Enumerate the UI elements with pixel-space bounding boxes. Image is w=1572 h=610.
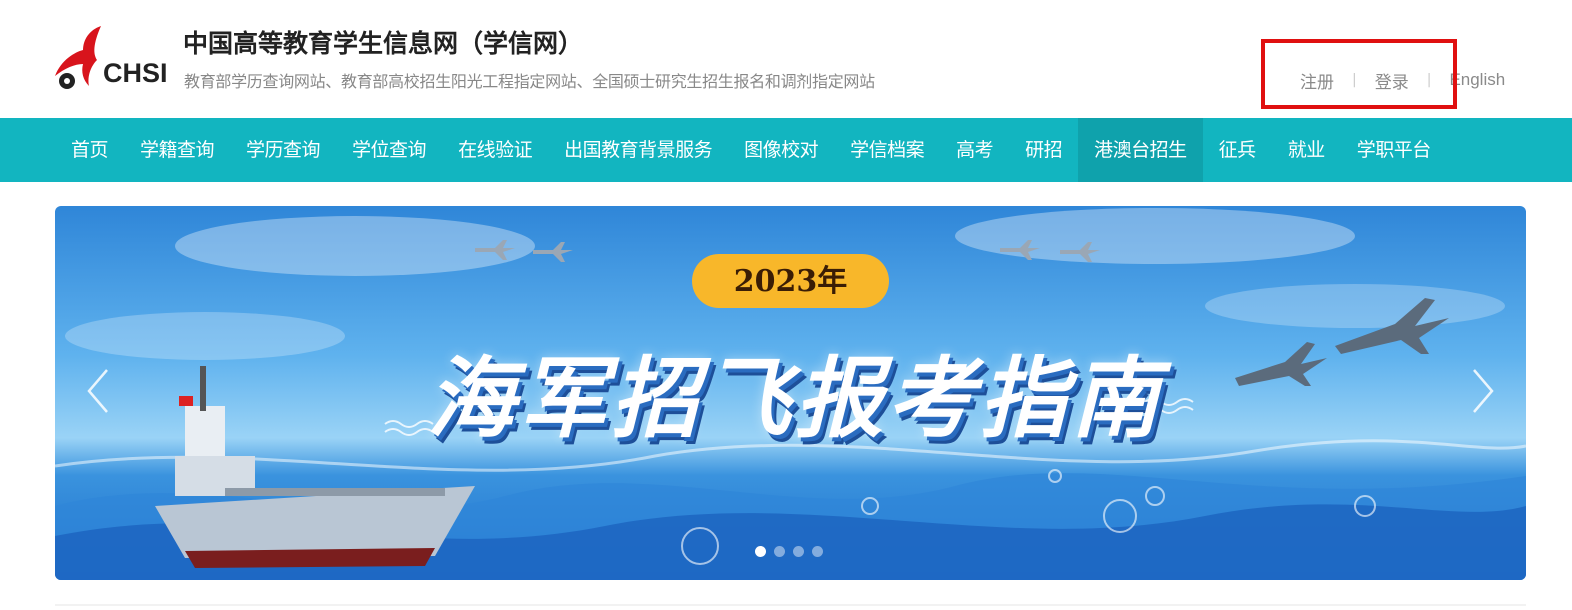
- carousel-dot[interactable]: [774, 546, 785, 557]
- content-divider: [55, 604, 1526, 606]
- nav-item[interactable]: 在线验证: [442, 118, 548, 182]
- nav-item[interactable]: 就业: [1272, 118, 1341, 182]
- chevron-left-icon: [87, 369, 108, 413]
- nav-item[interactable]: 学籍查询: [124, 118, 230, 182]
- carousel-dot[interactable]: [812, 546, 823, 557]
- carousel-dot[interactable]: [793, 546, 804, 557]
- nav-item[interactable]: 图像校对: [728, 118, 834, 182]
- site-subtitle: 教育部学历查询网站、教育部高校招生阳光工程指定网站、全国硕士研究生招生报名和调剂…: [184, 72, 875, 91]
- nav-item[interactable]: 学位查询: [336, 118, 442, 182]
- nav-item[interactable]: 研招: [1009, 118, 1078, 182]
- annotation-highlight-box: [1261, 39, 1457, 109]
- nav-item[interactable]: 学历查询: [230, 118, 336, 182]
- nav-item[interactable]: 高考: [940, 118, 1009, 182]
- logo-text: CHSI: [103, 58, 168, 88]
- main-nav: 首页 学籍查询 学历查询 学位查询 在线验证 出国教育背景服务 图像校对 学信档案 高考 研招 港澳…: [0, 118, 1572, 182]
- nav-item[interactable]: 出国教育背景服务: [548, 118, 728, 182]
- banner-headline: 海军招飞报考指南: [426, 347, 1163, 450]
- nav-item[interactable]: 学信档案: [834, 118, 940, 182]
- carousel-indicators: [755, 546, 823, 557]
- nav-item[interactable]: 首页: [55, 118, 124, 182]
- site-header: CHSI 中国高等教育学生信息网（学信网） 教育部学历查询网站、教育部高校招生阳…: [0, 0, 1572, 118]
- chevron-right-icon: [1473, 369, 1494, 413]
- nav-items: 首页 学籍查询 学历查询 学位查询 在线验证 出国教育背景服务 图像校对 学信档案 高考 研招 港澳…: [55, 118, 1447, 182]
- nav-item[interactable]: 学职平台: [1341, 118, 1447, 182]
- chsi-logo[interactable]: CHSI: [53, 24, 171, 94]
- nav-item[interactable]: 征兵: [1203, 118, 1272, 182]
- carousel-dot[interactable]: [755, 546, 766, 557]
- carousel-prev-button[interactable]: [83, 366, 113, 416]
- english-link[interactable]: English: [1449, 70, 1505, 90]
- nav-item[interactable]: 港澳台招生: [1078, 118, 1203, 182]
- banner-carousel[interactable]: 2023年 海军招飞报考指南: [55, 206, 1526, 580]
- carousel-next-button[interactable]: [1468, 366, 1498, 416]
- year-badge: 2023年: [692, 254, 889, 308]
- site-title: 中国高等教育学生信息网（学信网）: [183, 29, 584, 58]
